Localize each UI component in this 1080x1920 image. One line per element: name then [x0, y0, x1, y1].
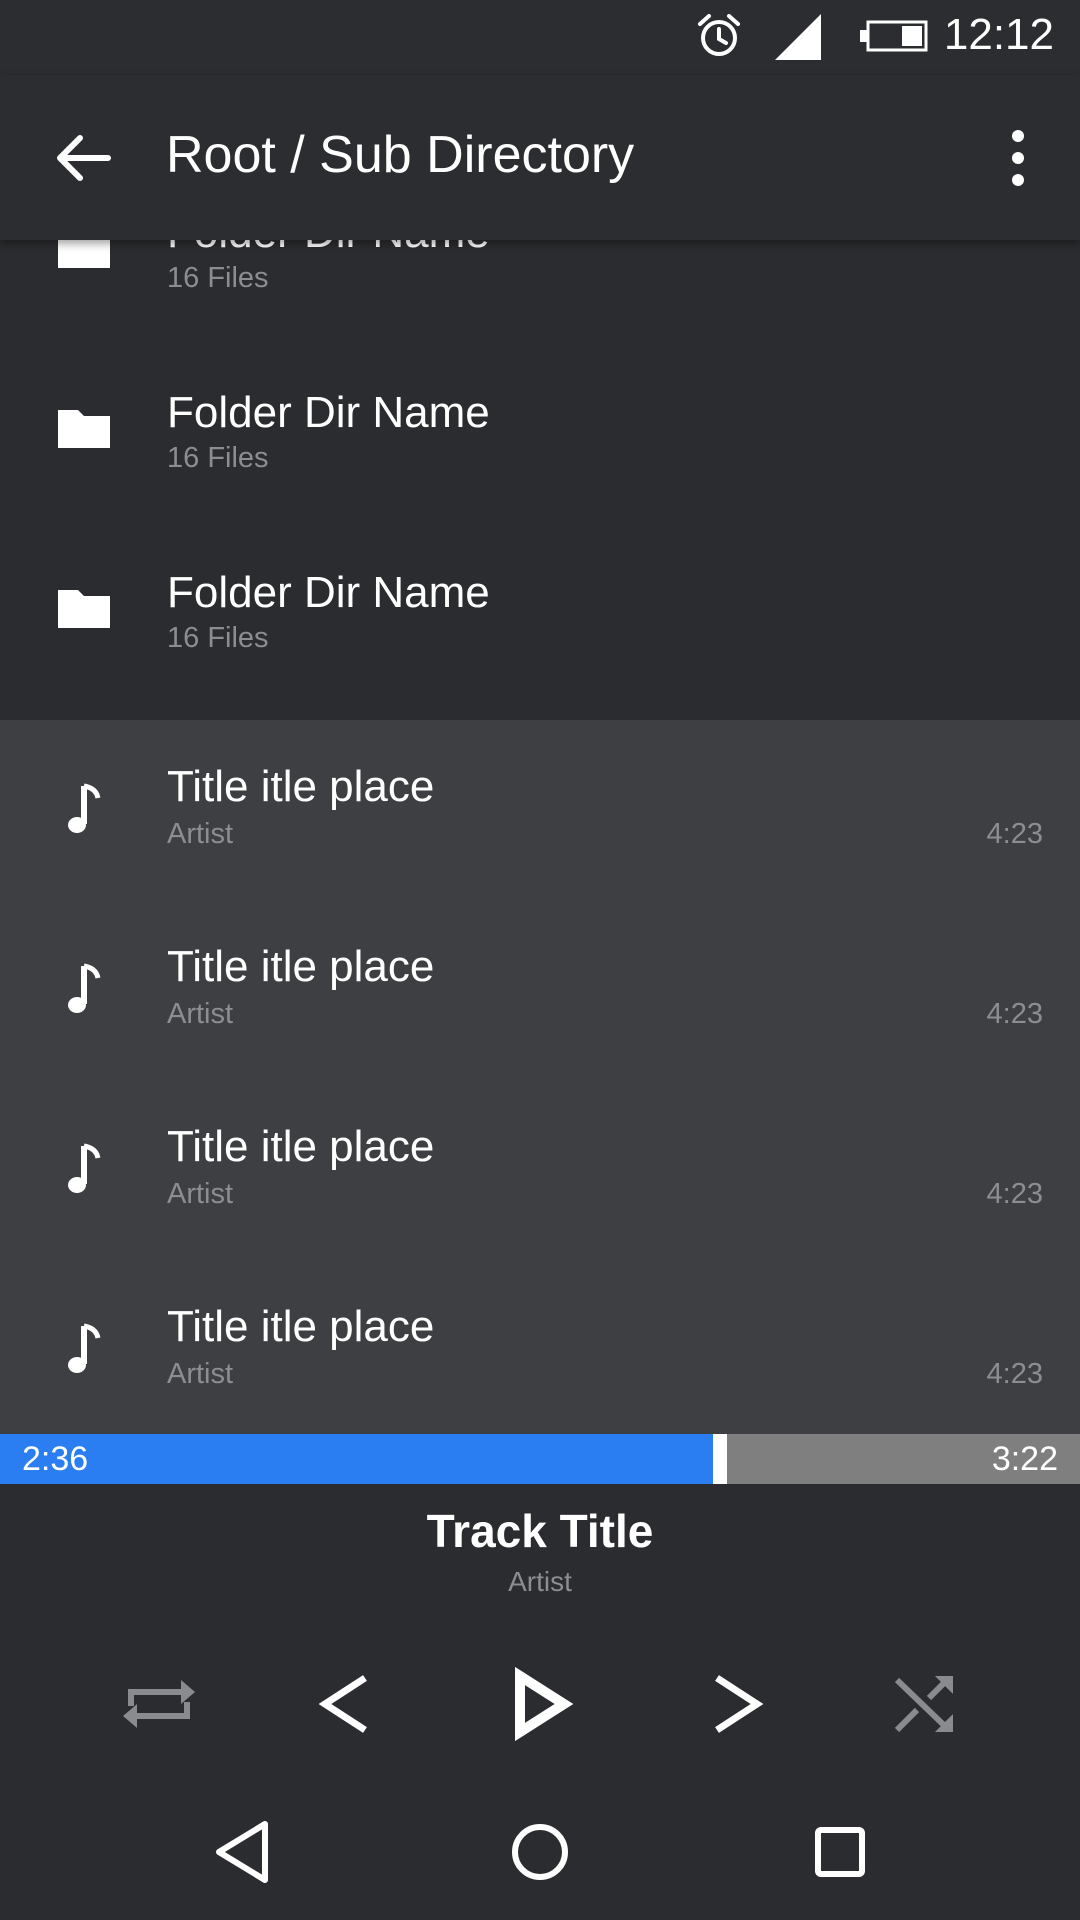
battery-icon: [860, 20, 928, 52]
now-playing-artist: Artist: [508, 1566, 572, 1597]
music-note-icon: [68, 783, 101, 833]
folder-row[interactable]: Folder Dir Name 16 Files: [0, 480, 1080, 660]
play-icon[interactable]: [490, 1654, 590, 1754]
now-playing-panel: Track Title Artist: [0, 1484, 1080, 1784]
track-duration: 4:23: [986, 1178, 1043, 1210]
track-title: Title itle place: [167, 942, 435, 991]
previous-icon[interactable]: [297, 1654, 397, 1754]
shuffle-icon[interactable]: [873, 1654, 973, 1754]
track-artist: Artist: [167, 818, 234, 850]
folder-icon: [58, 410, 110, 448]
folder-count: 16 Files: [167, 442, 269, 474]
track-title: Title itle place: [167, 1302, 435, 1351]
total-time: 3:22: [991, 1440, 1058, 1478]
track-artist: Artist: [167, 998, 234, 1030]
nav-recents-icon[interactable]: [800, 1812, 880, 1892]
folder-name: Folder Dir Name: [167, 240, 490, 258]
repeat-icon[interactable]: [109, 1654, 209, 1754]
music-note-icon: [68, 963, 101, 1013]
seek-bar-fill: [0, 1434, 713, 1484]
page-title: Root / Sub Directory: [166, 126, 635, 184]
track-duration: 4:23: [986, 998, 1043, 1030]
track-row[interactable]: Title itle place Artist 4:23: [0, 720, 1080, 900]
folder-count: 16 Files: [167, 262, 269, 294]
track-row[interactable]: Title itle place Artist 4:23: [0, 1260, 1080, 1434]
arrow-left-icon[interactable]: [52, 130, 112, 186]
file-list[interactable]: Folder Dir Name 16 Files Folder Dir Name…: [0, 240, 1080, 1434]
seek-bar[interactable]: 2:36 3:22: [0, 1434, 1080, 1484]
music-note-icon: [68, 1323, 101, 1373]
seek-bar-thumb[interactable]: [713, 1434, 727, 1484]
system-nav-bar: [0, 1784, 1080, 1920]
track-artist: Artist: [167, 1178, 234, 1210]
more-vert-icon[interactable]: [1004, 128, 1032, 188]
folder-row[interactable]: Folder Dir Name 16 Files: [0, 300, 1080, 480]
folder-icon: [58, 240, 110, 268]
app-bar: Root / Sub Directory: [0, 75, 1080, 240]
track-title: Title itle place: [167, 1122, 435, 1171]
nav-back-icon[interactable]: [203, 1812, 283, 1892]
folder-count: 16 Files: [167, 622, 269, 654]
folder-name: Folder Dir Name: [167, 388, 490, 437]
elapsed-time: 2:36: [22, 1440, 89, 1478]
next-icon[interactable]: [685, 1654, 785, 1754]
folder-row[interactable]: Folder Dir Name 16 Files: [0, 240, 1080, 300]
clock: 12:12: [943, 10, 1054, 59]
track-duration: 4:23: [986, 1358, 1043, 1390]
folder-name: Folder Dir Name: [167, 568, 490, 617]
track-row[interactable]: Title itle place Artist 4:23: [0, 1080, 1080, 1260]
alarm-icon: [698, 14, 740, 56]
track-title: Title itle place: [167, 762, 435, 811]
track-artist: Artist: [167, 1358, 234, 1390]
track-duration: 4:23: [986, 818, 1043, 850]
nav-home-icon[interactable]: [500, 1812, 580, 1892]
track-row[interactable]: Title itle place Artist 4:23: [0, 900, 1080, 1080]
now-playing-title: Track Title: [426, 1505, 654, 1557]
music-note-icon: [68, 1143, 101, 1193]
status-bar: 12:12: [0, 0, 1080, 75]
folder-icon: [58, 590, 110, 628]
signal-icon: [775, 14, 821, 60]
